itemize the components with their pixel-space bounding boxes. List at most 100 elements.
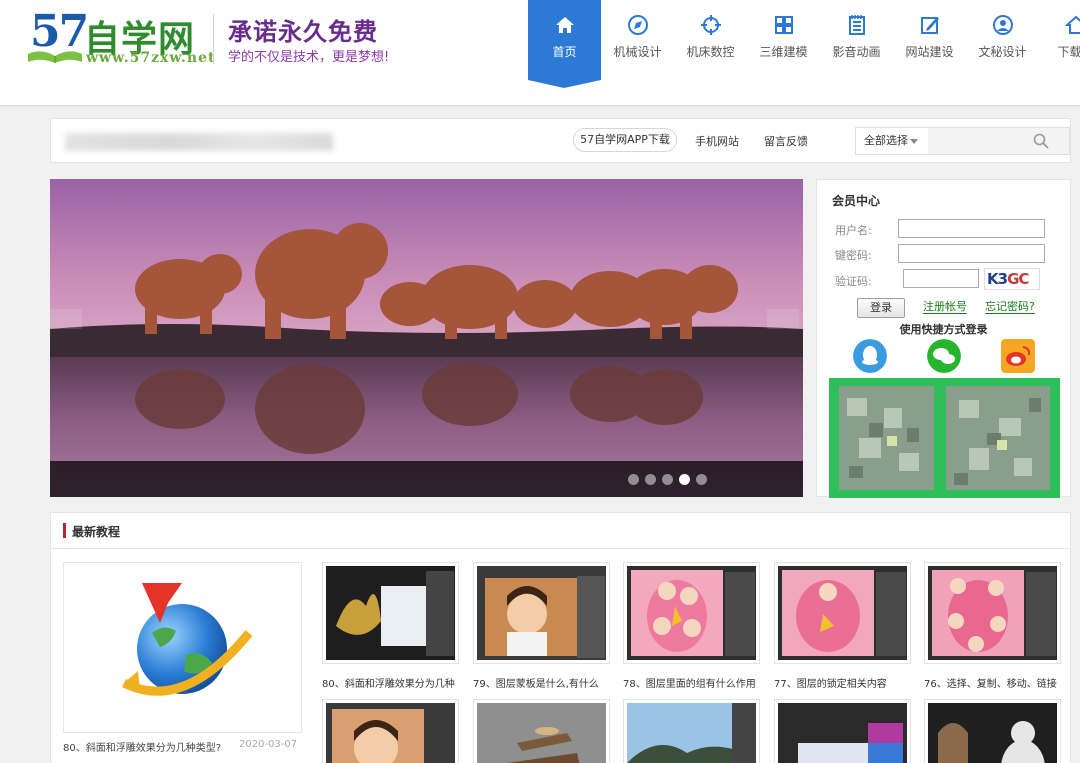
qq-icon[interactable] bbox=[853, 339, 887, 373]
tutorial-thumb[interactable] bbox=[623, 562, 760, 664]
carousel-dot[interactable] bbox=[645, 474, 656, 485]
search-icon[interactable] bbox=[1032, 132, 1050, 150]
carousel-dot[interactable] bbox=[662, 474, 673, 485]
notepad-icon bbox=[849, 15, 865, 35]
featured-tutorial-thumb[interactable] bbox=[63, 562, 302, 733]
search-box: 全部选择 bbox=[855, 127, 1070, 155]
nav-label: 影音动画 bbox=[832, 45, 881, 59]
tutorial-caption[interactable]: 80、斜面和浮雕效果分为几种 bbox=[322, 675, 459, 690]
logo-url: www.57zxw.net bbox=[86, 50, 216, 66]
nav-item-secretary[interactable]: 文秘设计 bbox=[966, 0, 1039, 80]
chevron-down-icon bbox=[910, 139, 918, 144]
member-center-title: 会员中心 bbox=[832, 194, 881, 208]
captcha-text: K3 bbox=[987, 270, 1008, 288]
tutorial-thumb[interactable] bbox=[322, 699, 459, 763]
nav-label: 下载中 bbox=[1057, 45, 1080, 59]
banner-indicator-bar bbox=[50, 461, 803, 497]
register-link[interactable]: 注册帐号 bbox=[923, 301, 967, 314]
carousel-dot[interactable] bbox=[628, 474, 639, 485]
nav-item-mechanical[interactable]: 机械设计 bbox=[601, 0, 674, 80]
search-input[interactable] bbox=[928, 128, 1038, 154]
search-category-select[interactable]: 全部选择 bbox=[856, 128, 928, 154]
carousel-prev-button[interactable] bbox=[50, 309, 82, 329]
nav-label: 网站建设 bbox=[905, 45, 954, 59]
tutorial-thumb[interactable] bbox=[473, 562, 610, 664]
wechat-icon[interactable] bbox=[927, 339, 961, 373]
home-icon bbox=[556, 17, 574, 33]
username-label: 用户名: bbox=[835, 224, 872, 237]
latest-tutorials-section: 最新教程 80、斜面和浮雕效果分为几种类型? 2020-03-07 80、斜面和… bbox=[50, 512, 1071, 763]
nav-label: 机床数控 bbox=[686, 45, 735, 59]
carousel-dot[interactable] bbox=[696, 474, 707, 485]
featured-tutorial-caption[interactable]: 80、斜面和浮雕效果分为几种类型? bbox=[63, 739, 221, 754]
captcha-label: 验证码: bbox=[835, 275, 872, 288]
carousel-dot-active[interactable] bbox=[679, 474, 690, 485]
section-title: 最新教程 bbox=[72, 525, 121, 539]
edit-icon bbox=[921, 17, 939, 34]
tutorial-thumb[interactable] bbox=[924, 699, 1061, 763]
user-circle-icon bbox=[993, 15, 1013, 35]
tutorial-thumb-image bbox=[928, 703, 1057, 763]
logo-divider bbox=[213, 14, 214, 64]
captcha-input[interactable] bbox=[903, 269, 979, 288]
mobile-site-link[interactable]: 手机网站 bbox=[695, 133, 739, 149]
grid-icon bbox=[775, 16, 793, 34]
password-label: 键密码: bbox=[835, 249, 872, 262]
tutorial-caption[interactable]: 78、图层里面的组有什么作用 bbox=[623, 675, 760, 690]
nav-item-home[interactable]: 首页 bbox=[528, 0, 601, 88]
nav-item-web[interactable]: 网站建设 bbox=[893, 0, 966, 80]
tutorial-thumb-image bbox=[326, 566, 455, 660]
forgot-password-link[interactable]: 忘记密码? bbox=[985, 301, 1035, 314]
captcha-image[interactable]: K3GC bbox=[984, 268, 1040, 290]
slogan-sub: 学的不仅是技术，更是梦想! bbox=[228, 50, 390, 65]
book-icon bbox=[28, 51, 82, 63]
tutorial-thumb-image bbox=[477, 566, 606, 660]
carousel-dots bbox=[628, 474, 707, 485]
nav-item-media[interactable]: 影音动画 bbox=[820, 0, 893, 80]
app-download-link[interactable]: 57自学网APP下载 bbox=[573, 128, 677, 152]
tutorial-thumb[interactable] bbox=[322, 562, 459, 664]
member-center-panel: 会员中心 用户名: 键密码: 验证码: K3GC 登录 注册帐号 忘记密码? 使… bbox=[816, 179, 1071, 498]
section-header: 最新教程 bbox=[51, 513, 1070, 549]
nav-item-3d[interactable]: 三维建模 bbox=[747, 0, 820, 80]
tutorial-caption[interactable]: 77、图层的锁定相关内容 bbox=[774, 675, 911, 690]
banner-image bbox=[50, 179, 803, 497]
tutorial-thumb-image bbox=[928, 566, 1057, 660]
qr-code-area bbox=[829, 378, 1060, 498]
main-nav: 首页 机械设计 机床数控 三维建模 影音动画 网站建设 文秘设计 下载 bbox=[528, 0, 1080, 88]
nav-item-cnc[interactable]: 机床数控 bbox=[674, 0, 747, 80]
slogan: 承诺永久免费 bbox=[228, 18, 378, 46]
username-input[interactable] bbox=[898, 219, 1045, 238]
globe-arrow-icon bbox=[121, 583, 253, 696]
nav-label: 机械设计 bbox=[613, 45, 662, 59]
sub-toolbar: 57自学网APP下载 手机网站 留言反馈 全部选择 bbox=[50, 118, 1071, 163]
tutorial-thumb-image bbox=[477, 703, 606, 763]
tutorial-thumb-image bbox=[326, 703, 455, 763]
tutorial-caption[interactable]: 79、图层蒙板是什么,有什么 bbox=[473, 675, 610, 690]
search-category-label: 全部选择 bbox=[864, 134, 908, 147]
crosshair-icon bbox=[701, 15, 721, 35]
carousel-next-button[interactable] bbox=[767, 309, 799, 329]
tutorial-caption[interactable]: 76、选择、复制、移动、链接 bbox=[924, 675, 1061, 690]
tutorial-thumb[interactable] bbox=[924, 562, 1061, 664]
quick-login-title: 使用快捷方式登录 bbox=[899, 323, 988, 336]
tutorial-thumb-image bbox=[778, 566, 907, 660]
qr-code-image bbox=[839, 386, 1050, 490]
password-input[interactable] bbox=[898, 244, 1045, 263]
tutorial-thumb[interactable] bbox=[623, 699, 760, 763]
captcha-text: GC bbox=[1007, 270, 1029, 288]
tutorial-thumb[interactable] bbox=[774, 699, 911, 763]
banner-carousel[interactable] bbox=[50, 179, 803, 497]
nav-label: 首页 bbox=[552, 45, 577, 59]
tutorial-thumb-image bbox=[778, 703, 907, 763]
weibo-icon[interactable] bbox=[1001, 339, 1035, 373]
blurred-notice bbox=[65, 133, 333, 151]
nav-item-download[interactable]: 下载中 bbox=[1039, 0, 1080, 80]
download-home-icon bbox=[1065, 15, 1080, 34]
login-button[interactable]: 登录 bbox=[857, 298, 905, 318]
feedback-link[interactable]: 留言反馈 bbox=[764, 133, 808, 149]
site-logo[interactable]: 57 自学网 www.57zxw.net bbox=[24, 6, 214, 68]
tutorial-thumb[interactable] bbox=[774, 562, 911, 664]
tutorial-thumb[interactable] bbox=[473, 699, 610, 763]
compass-icon bbox=[628, 15, 648, 35]
